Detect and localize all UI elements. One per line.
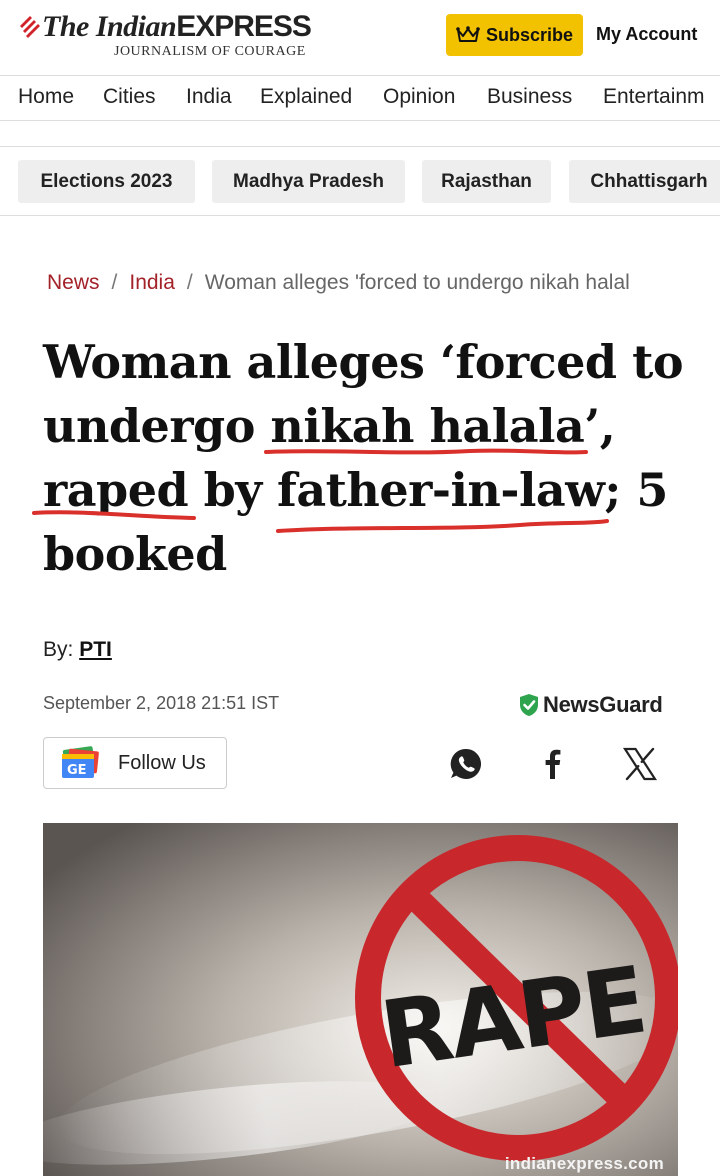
logo-stripes-icon: [20, 16, 40, 38]
main-nav: Home Cities India Explained Opinion Busi…: [0, 77, 720, 121]
headline-line: undergo nikah halala’,: [43, 399, 616, 453]
breadcrumb-india[interactable]: India: [129, 271, 175, 294]
site-header: The IndianEXPRESS JOURNALISM OF COURAGE …: [0, 0, 720, 76]
logo-express: EXPRESS: [176, 10, 312, 43]
follow-us-label: Follow Us: [118, 751, 206, 774]
newsguard-shield-icon: [520, 694, 538, 716]
whatsapp-icon[interactable]: [448, 746, 484, 782]
breadcrumb: News / India / Woman alleges 'forced to unde…: [47, 271, 720, 295]
breadcrumb-news[interactable]: News: [47, 271, 100, 294]
byline-prefix: By:: [43, 638, 74, 661]
google-news-icon: GE: [62, 746, 99, 778]
nav-item-explained[interactable]: Explained: [260, 85, 352, 109]
breadcrumb-separator: /: [111, 271, 118, 294]
x-icon[interactable]: [622, 746, 658, 782]
image-watermark: indianexpress.com: [504, 1154, 664, 1173]
breadcrumb-current: Woman alleges 'forced to undergo nikah h…: [204, 271, 630, 294]
chip-rajasthan[interactable]: Rajasthan: [422, 160, 551, 203]
topic-chips: Elections 2023 Madhya Pradesh Rajasthan …: [0, 146, 720, 216]
byline: By: PTI: [43, 638, 112, 662]
byline-author-link[interactable]: PTI: [79, 638, 112, 661]
chip-elections-2023[interactable]: Elections 2023: [18, 160, 195, 203]
newsguard-label: NewsGuard: [543, 692, 663, 717]
headline-line: Woman alleges ‘forced to: [43, 335, 684, 389]
article-hero-image: RAPE indianexpress.com: [43, 823, 678, 1176]
chip-madhya-pradesh[interactable]: Madhya Pradesh: [212, 160, 405, 203]
follow-us-button[interactable]: GE Follow Us: [43, 737, 227, 789]
nav-item-entertainment[interactable]: Entertainm: [603, 85, 705, 109]
facebook-icon[interactable]: [535, 746, 571, 782]
breadcrumb-separator: /: [186, 271, 193, 294]
hero-illustration: RAPE: [43, 823, 678, 1176]
nav-item-business[interactable]: Business: [487, 85, 572, 109]
subscribe-label: Subscribe: [485, 24, 574, 45]
my-account-link[interactable]: My Account: [596, 24, 697, 45]
site-logo[interactable]: The IndianEXPRESS JOURNALISM OF COURAGE: [18, 10, 318, 62]
logo-the: The Indian: [42, 10, 177, 43]
headline-line: raped by father-in-law; 5: [43, 463, 668, 517]
nav-item-cities[interactable]: Cities: [103, 85, 156, 109]
chip-chhattisgarh[interactable]: Chhattisgarh: [569, 160, 720, 203]
crown-icon: [456, 26, 480, 42]
subscribe-button[interactable]: Subscribe: [446, 14, 583, 56]
logo-tagline: JOURNALISM OF COURAGE: [114, 44, 306, 59]
nav-item-india[interactable]: India: [186, 85, 232, 109]
article-headline: Woman alleges ‘forced to undergo nikah h…: [43, 330, 703, 586]
nav-item-opinion[interactable]: Opinion: [383, 85, 455, 109]
newsguard-badge[interactable]: NewsGuard: [518, 690, 663, 720]
logo-wordmark: The IndianEXPRESS: [42, 10, 312, 44]
headline-line: booked: [43, 527, 227, 581]
publish-date: September 2, 2018 21:51 IST: [43, 693, 280, 713]
svg-text:GE: GE: [67, 763, 87, 778]
nav-item-home[interactable]: Home: [18, 85, 74, 109]
